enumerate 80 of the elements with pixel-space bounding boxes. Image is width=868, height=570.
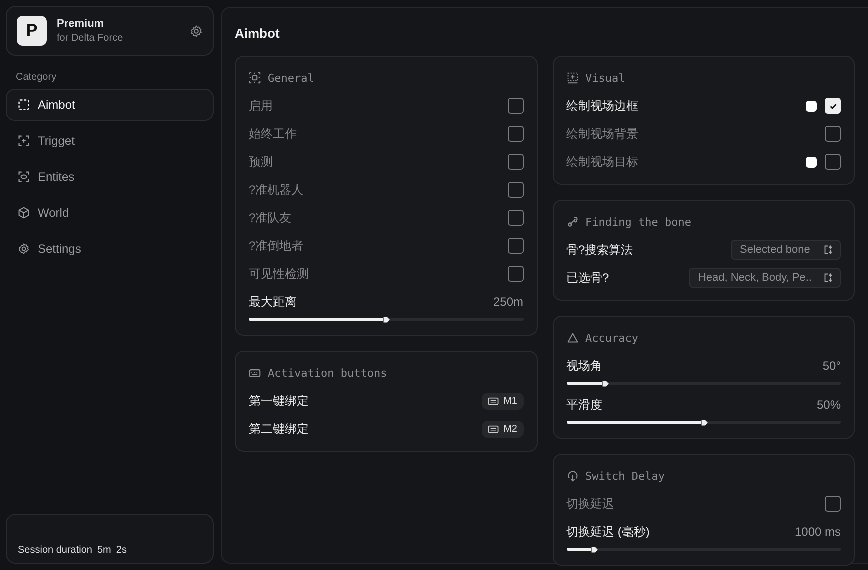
chevrons-up-down-icon <box>824 273 834 283</box>
slider-value: 50% <box>816 398 841 412</box>
option-label: 可见性检测 <box>249 266 310 282</box>
option-label: 绘制视场边框 <box>566 98 640 114</box>
slider-label: 平滑度 <box>566 396 604 414</box>
keybind-label: 第二键绑定 <box>249 420 310 438</box>
sidebar-item[interactable]: Settings <box>6 233 214 265</box>
checkbox[interactable] <box>508 126 524 142</box>
dashed-square-icon <box>18 99 30 111</box>
brand-subtitle: for Delta Force <box>57 33 124 44</box>
slider-thumb[interactable] <box>590 546 599 554</box>
keyboard-icon <box>488 396 499 406</box>
card-title: Visual <box>586 72 626 84</box>
brand-name: Premium <box>57 18 106 30</box>
option-label: ?准倒地者 <box>249 238 305 254</box>
slider-thumb[interactable] <box>602 380 610 388</box>
color-swatch[interactable] <box>806 156 817 168</box>
select-label: 已选骨? <box>566 270 610 286</box>
keyboard-icon <box>249 368 261 378</box>
option-label: 始终工作 <box>249 126 298 142</box>
slider-thumb[interactable] <box>700 418 709 426</box>
session-time: 2s <box>116 545 127 556</box>
card-title: Accuracy <box>586 332 638 344</box>
logo: P <box>17 16 47 46</box>
chevrons-up-down-icon <box>824 245 834 255</box>
select-dropdown[interactable]: Head, Neck, Body, Pe.. <box>689 268 841 288</box>
option-label: 启用 <box>249 98 274 114</box>
checkbox[interactable] <box>508 210 524 226</box>
page-title: Aimbot <box>235 26 281 41</box>
slider-label: 最大距离 <box>249 294 298 310</box>
keybind-button[interactable]: M2 <box>482 420 524 438</box>
scan-eye-icon <box>18 171 30 183</box>
option-label: 切换延迟 <box>566 496 616 512</box>
checkbox[interactable] <box>825 126 841 142</box>
slider-label: 视场角 <box>566 358 604 374</box>
sidebar-item[interactable]: Aimbot <box>6 89 214 121</box>
checkbox[interactable] <box>508 98 524 114</box>
sidebar-item[interactable]: Entites <box>6 161 214 193</box>
select-dropdown[interactable]: Selected bone <box>731 240 841 260</box>
settings-icon <box>18 243 30 255</box>
category-heading: Category <box>16 72 58 83</box>
frame-icon <box>566 72 578 84</box>
target-icon <box>18 135 30 147</box>
card-title: Finding the bone <box>586 216 692 228</box>
bone-icon <box>566 216 578 228</box>
checkbox[interactable] <box>508 238 524 254</box>
slider-track[interactable] <box>249 318 524 321</box>
keyboard-icon <box>488 424 499 434</box>
color-swatch[interactable] <box>806 100 817 112</box>
option-label: ?准机器人 <box>249 182 305 198</box>
checkbox[interactable] <box>508 154 524 170</box>
cube-icon <box>18 207 30 219</box>
card-title: General <box>268 72 314 84</box>
checkmark-icon <box>828 102 838 110</box>
keybind-button[interactable]: M1 <box>482 392 524 410</box>
slider-thumb[interactable] <box>383 316 392 324</box>
option-label: 预测 <box>249 154 274 170</box>
sidebar-item[interactable]: Trigget <box>6 125 214 157</box>
session-label: Session duration <box>18 545 92 556</box>
card-title: Switch Delay <box>586 470 665 482</box>
focus-icon <box>249 72 261 84</box>
checkbox[interactable] <box>825 496 841 512</box>
settings-icon[interactable] <box>190 24 203 38</box>
option-label: ?准队友 <box>249 210 293 226</box>
slider-track[interactable] <box>566 421 841 424</box>
session-time: 5m <box>98 545 112 556</box>
checkbox[interactable] <box>508 182 524 198</box>
option-label: 绘制视场目标 <box>566 154 640 170</box>
checkbox[interactable] <box>508 266 524 282</box>
slider-label: 切换延迟 (毫秒) <box>566 524 651 540</box>
card-title: Activation buttons <box>268 366 388 380</box>
slider-value: 1000 ms <box>794 525 841 539</box>
select-label: 骨?搜索算法 <box>566 242 634 258</box>
slider-value: 250m <box>493 295 524 309</box>
keybind-label: 第一键绑定 <box>249 392 310 410</box>
checkbox[interactable] <box>825 154 841 170</box>
sidebar-item[interactable]: World <box>6 197 214 229</box>
option-label: 绘制视场背景 <box>566 126 640 142</box>
slider-value: 50° <box>822 359 841 373</box>
triangle-icon <box>566 332 578 344</box>
